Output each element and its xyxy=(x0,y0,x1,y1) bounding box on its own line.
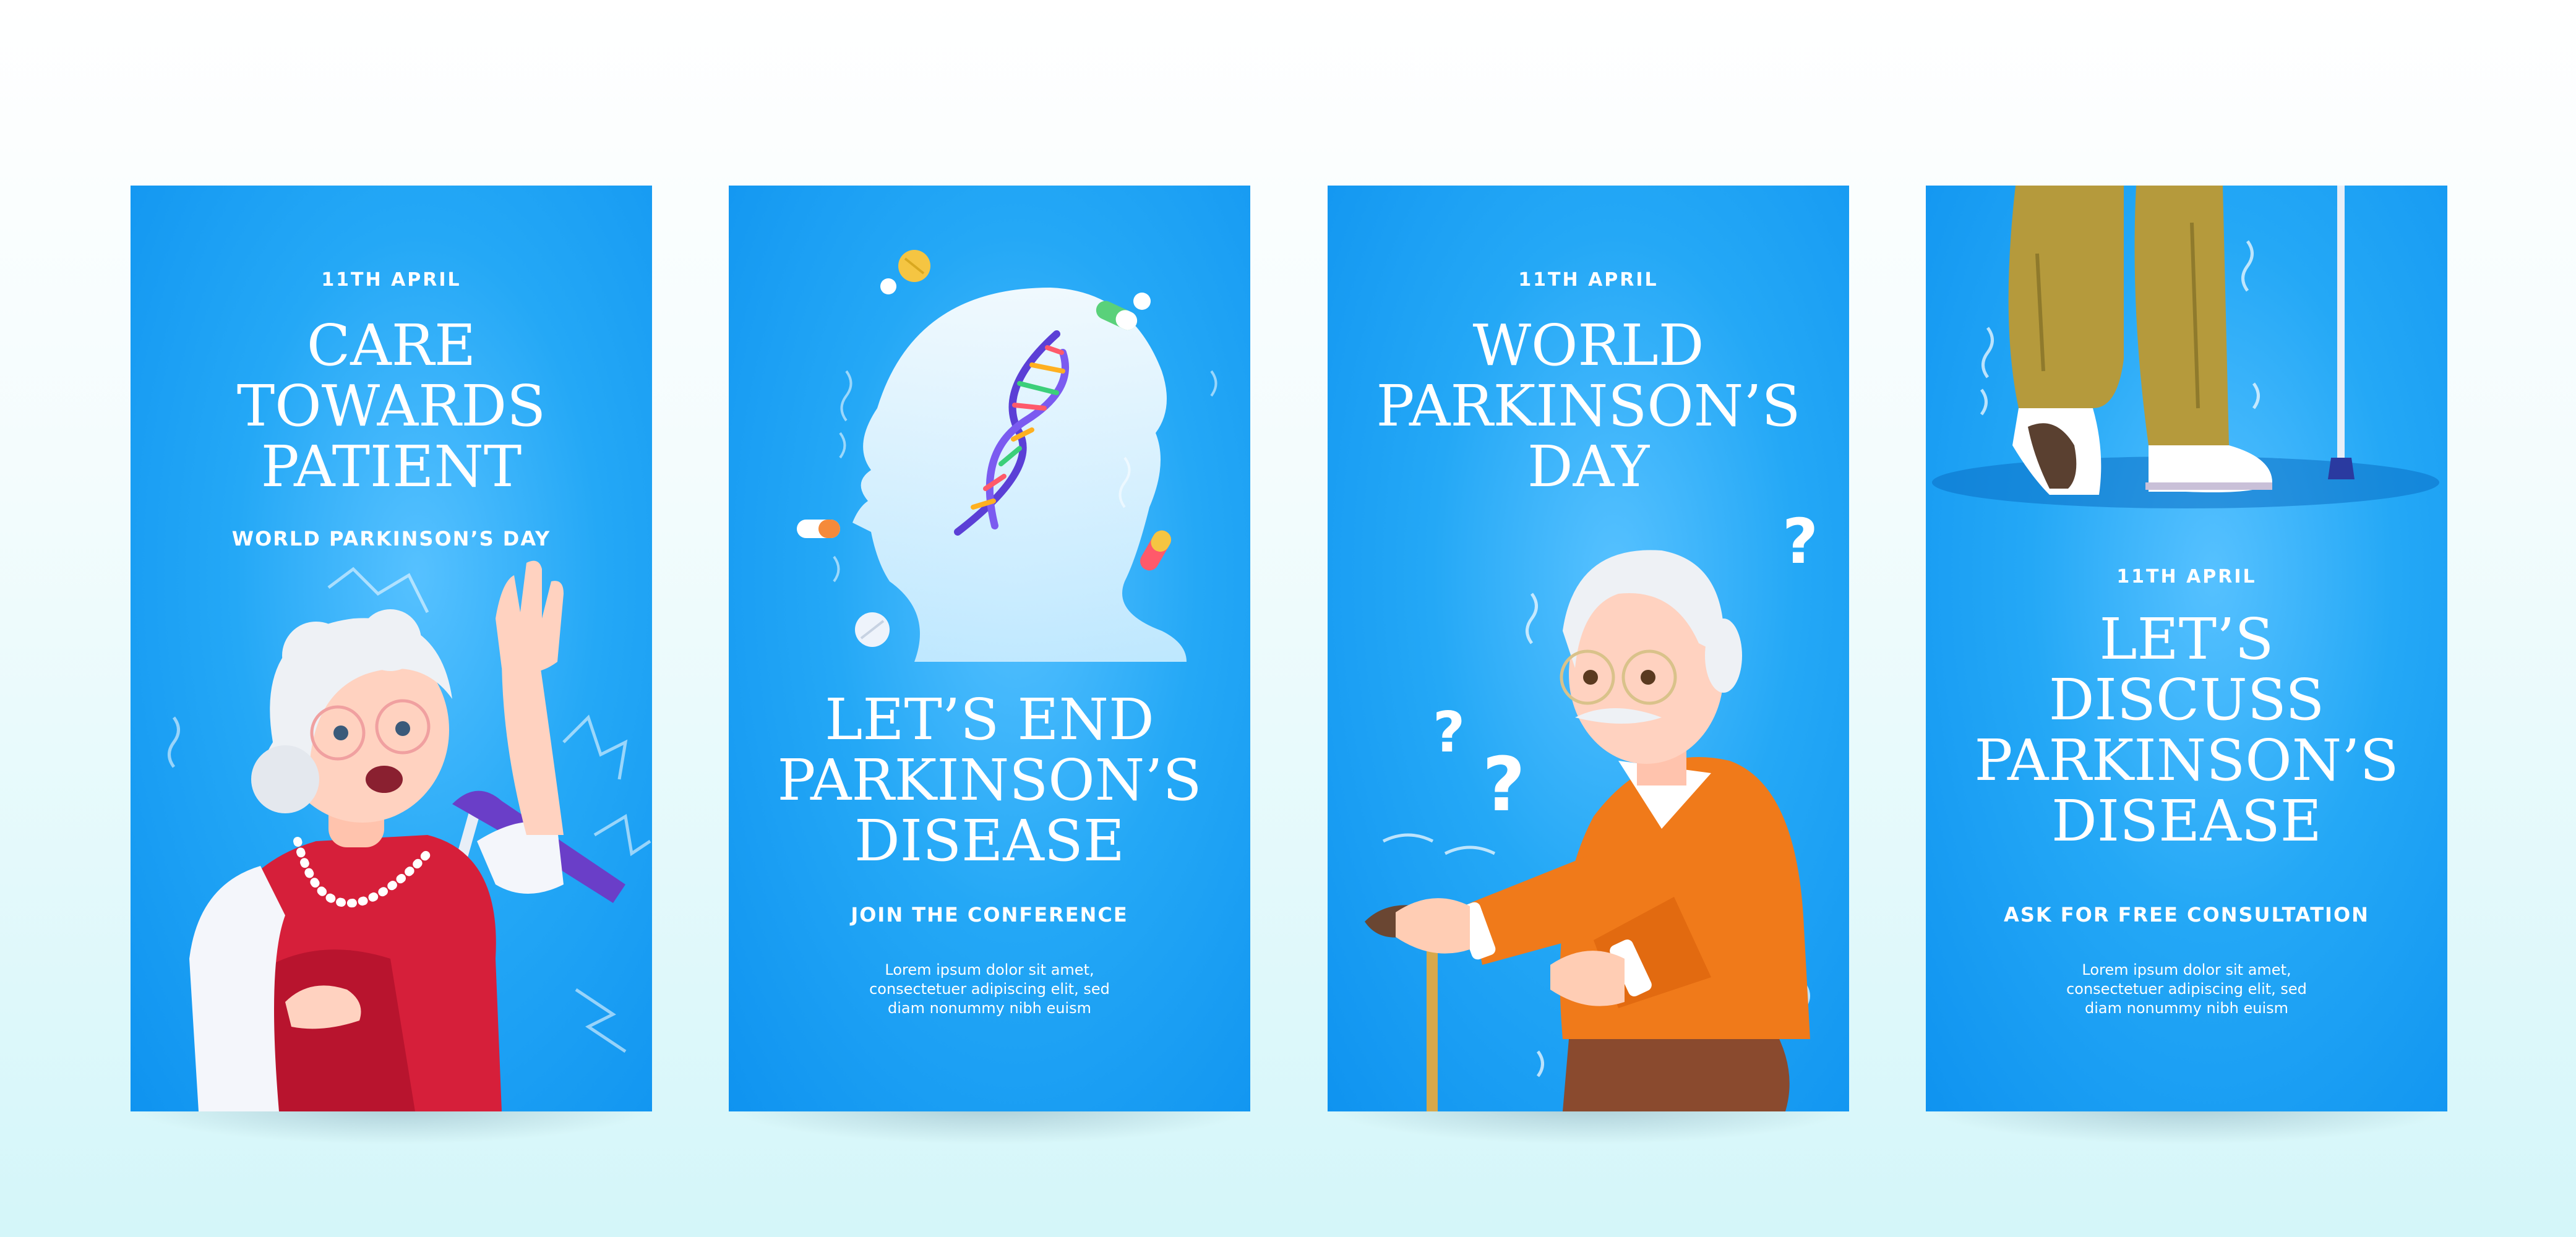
card-title-line: DISEASE xyxy=(2051,788,2322,854)
story-card-lets-discuss-parkinsons: 11TH APRIL LET’S DISCUSS PARKINSON’S DIS… xyxy=(1926,186,2447,1111)
card-body-text: Lorem ipsum dolor sit amet, consectetuer… xyxy=(729,961,1250,1018)
card-title-line: LET’S xyxy=(2099,606,2274,672)
card-title: LET’S DISCUSS PARKINSON’S DISEASE xyxy=(1926,609,2447,852)
card-title-line: DISEASE xyxy=(854,808,1125,874)
body-line: consectetuer adipiscing elit, sed xyxy=(869,980,1110,998)
card-body-text: Lorem ipsum dolor sit amet, consectetuer… xyxy=(1926,961,2447,1018)
story-card-care-towards-patient: 11TH APRIL CARE TOWARDS PATIENT WORLD PA… xyxy=(131,186,652,1111)
card-shadow xyxy=(1926,1107,2447,1144)
card-title: LET’S END PARKINSON’S DISEASE xyxy=(729,690,1250,871)
story-card-lets-end-parkinsons: LET’S END PARKINSON’S DISEASE JOIN THE C… xyxy=(729,186,1250,1111)
card-title-line: PARKINSON’S xyxy=(1974,727,2399,794)
story-card-world-parkinsons-day: 11TH APRIL WORLD PARKINSON’S DAY ? ? ? xyxy=(1328,186,1849,1111)
card-shadow xyxy=(729,1107,1250,1144)
body-line: Lorem ipsum dolor sit amet, xyxy=(885,961,1094,978)
card-subtitle: ASK FOR FREE CONSULTATION xyxy=(2004,903,2369,927)
body-line: Lorem ipsum dolor sit amet, xyxy=(2082,961,2291,978)
body-line: diam nonummy nibh euism xyxy=(2084,999,2288,1017)
elderly-woman-with-cane-icon xyxy=(168,560,651,1111)
body-line: diam nonummy nibh euism xyxy=(887,999,1091,1017)
card-title-line: LET’S END xyxy=(825,687,1154,753)
card-title-line: DISCUSS xyxy=(2048,667,2325,733)
card-title-line: PARKINSON’S xyxy=(777,747,1202,813)
card-subtitle: JOIN THE CONFERENCE xyxy=(851,903,1128,927)
svg-text:?: ? xyxy=(1782,505,1818,578)
body-line: consectetuer adipiscing elit, sed xyxy=(2066,980,2307,998)
svg-text:?: ? xyxy=(1482,742,1526,828)
svg-text:?: ? xyxy=(1433,700,1465,765)
card-shadow xyxy=(1328,1107,1849,1144)
card-date: 11TH APRIL xyxy=(2116,566,2257,588)
elderly-man-with-cane-icon: ? ? ? xyxy=(1365,505,1818,1111)
card-shadow xyxy=(131,1107,652,1144)
